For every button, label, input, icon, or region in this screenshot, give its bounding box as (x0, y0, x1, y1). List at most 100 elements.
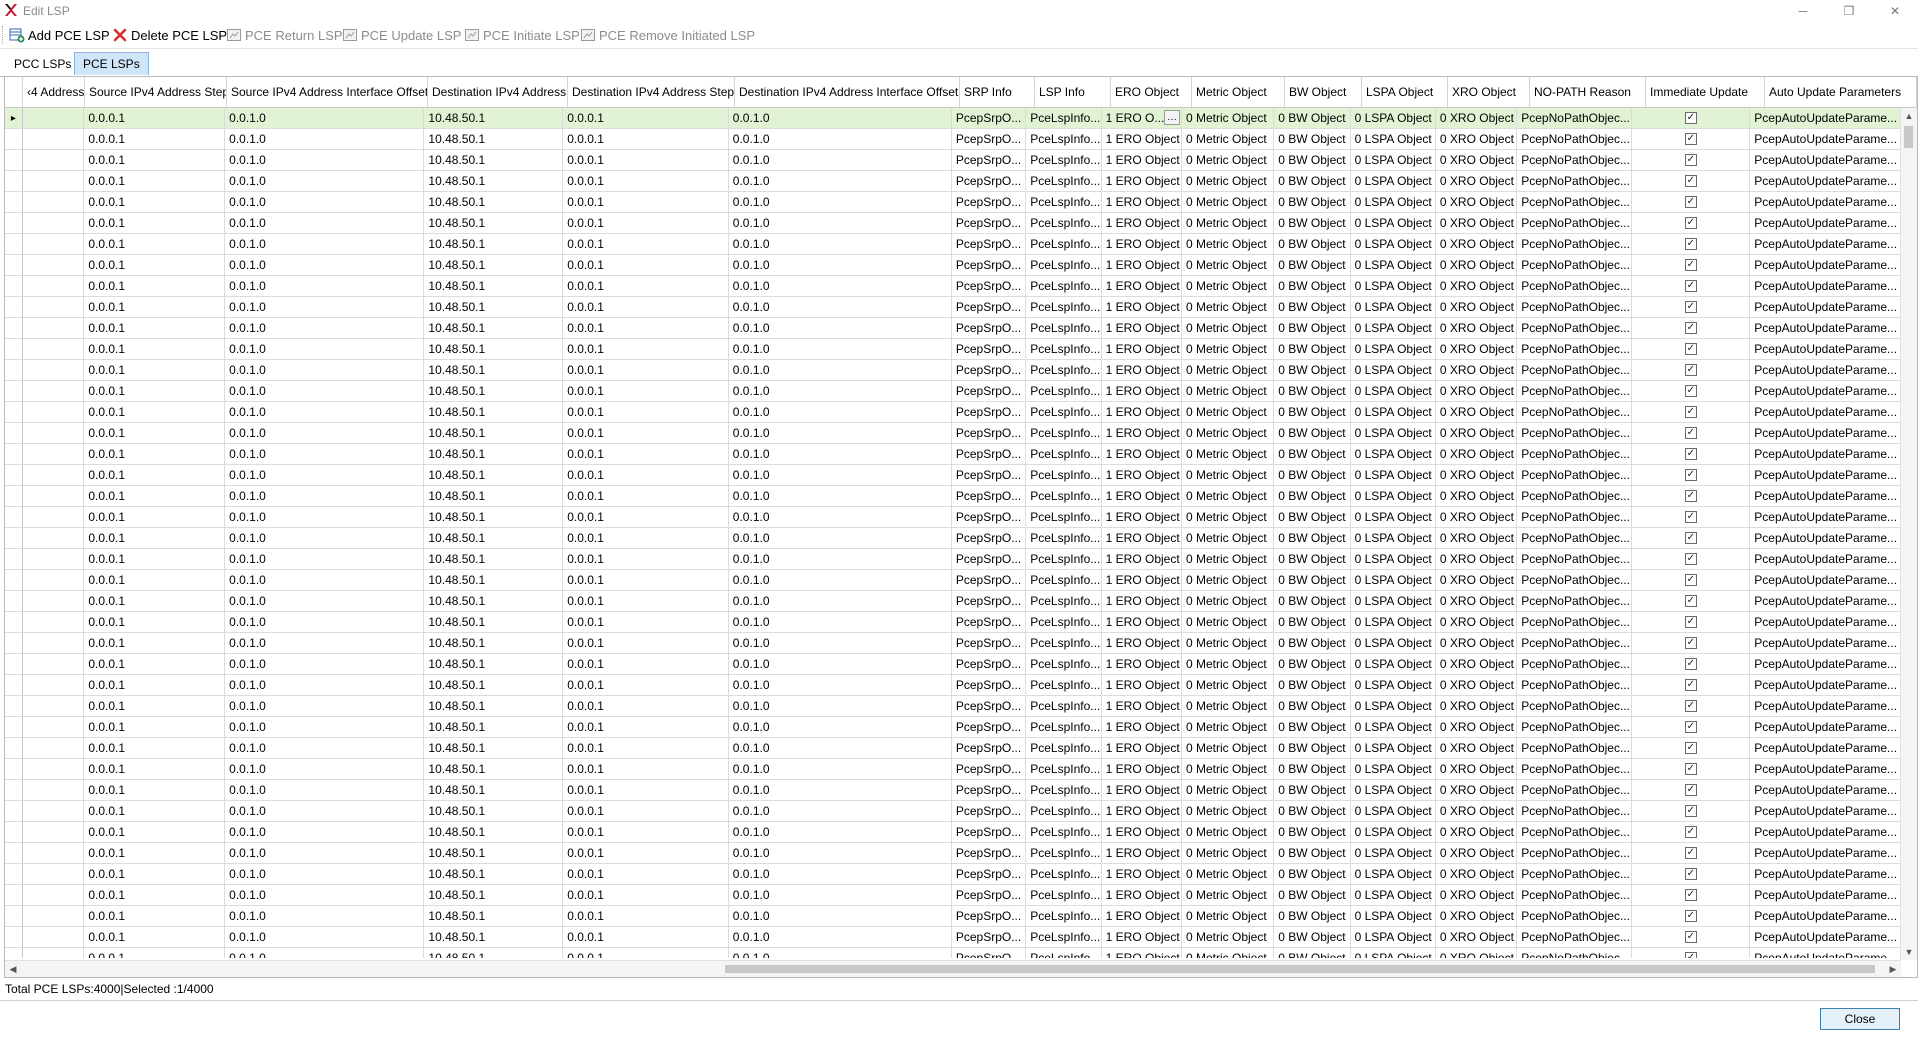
cell-xro-object[interactable]: 0 XRO Object (1435, 885, 1518, 906)
cell-metric-object[interactable]: 0 Metric Object (1181, 234, 1275, 255)
cell-dst-addr[interactable]: 10.48.50.1 (424, 192, 564, 213)
cell-src-addr[interactable] (22, 759, 85, 780)
cell-dst-iface-offset[interactable]: 0.0.1.0 (728, 276, 952, 297)
cell-bw-object[interactable]: 0 BW Object (1274, 843, 1351, 864)
table-row[interactable]: 0.0.0.1 0.0.1.0 10.48.50.1 0.0.0.1 0.0.1.0 Pc… (5, 444, 1901, 465)
cell-lsp-info[interactable]: PceLspInfo... (1026, 675, 1102, 696)
cell-src-step[interactable]: 0.0.0.1 (84, 423, 226, 444)
table-row[interactable]: 0.0.0.1 0.0.1.0 10.48.50.1 0.0.0.1 0.0.1.0 Pc… (5, 150, 1901, 171)
cell-lsp-info[interactable]: PceLspInfo... (1026, 192, 1102, 213)
cell-ero-object[interactable]: 1 ERO Object (1101, 150, 1182, 171)
cell-dst-iface-offset[interactable]: 0.0.1.0 (728, 213, 952, 234)
cell-ero-object[interactable]: 1 ERO Object (1101, 318, 1182, 339)
cell-dst-addr[interactable]: 10.48.50.1 (424, 885, 564, 906)
cell-xro-object[interactable]: 0 XRO Object (1435, 486, 1518, 507)
cell-ero-object[interactable]: 1 ERO Object (1101, 381, 1182, 402)
cell-no-path-reason[interactable]: PcepNoPathObjec... (1517, 507, 1633, 528)
table-row[interactable]: 0.0.0.1 0.0.1.0 10.48.50.1 0.0.0.1 0.0.1.0 Pc… (5, 696, 1901, 717)
cell-dst-step[interactable]: 0.0.0.1 (563, 759, 729, 780)
cell-src-step[interactable]: 0.0.0.1 (84, 885, 226, 906)
cell-src-addr[interactable] (22, 843, 85, 864)
cell-src-iface-offset[interactable]: 0.0.1.0 (225, 108, 425, 129)
cell-dst-addr[interactable]: 10.48.50.1 (424, 864, 564, 885)
cell-srp-info[interactable]: PcepSrpO... (951, 255, 1027, 276)
cell-immediate-update[interactable]: ✓ (1632, 717, 1751, 738)
cell-immediate-update[interactable]: ✓ (1632, 801, 1751, 822)
cell-src-step[interactable]: 0.0.0.1 (84, 864, 226, 885)
cell-lsp-info[interactable]: PceLspInfo... (1026, 864, 1102, 885)
cell-bw-object[interactable]: 0 BW Object (1274, 276, 1351, 297)
cell-lsp-info[interactable]: PceLspInfo... (1026, 801, 1102, 822)
cell-auto-update-params[interactable]: PcepAutoUpdateParame... (1750, 444, 1901, 465)
row-selector[interactable] (5, 276, 23, 297)
cell-auto-update-params[interactable]: PcepAutoUpdateParame... (1750, 465, 1901, 486)
cell-ero-object[interactable]: 1 ERO Object (1101, 738, 1182, 759)
immediate-update-checkbox[interactable]: ✓ (1684, 469, 1697, 481)
cell-immediate-update[interactable]: ✓ (1632, 486, 1751, 507)
column-header-metric-object[interactable]: Metric Object (1192, 77, 1285, 107)
cell-srp-info[interactable]: PcepSrpO... (951, 696, 1027, 717)
cell-ero-object[interactable]: 1 ERO Object (1101, 129, 1182, 150)
cell-auto-update-params[interactable]: PcepAutoUpdateParame... (1750, 192, 1901, 213)
row-selector[interactable] (5, 255, 23, 276)
cell-dst-step[interactable]: 0.0.0.1 (563, 780, 729, 801)
cell-lspa-object[interactable]: 0 LSPA Object (1351, 948, 1436, 958)
cell-metric-object[interactable]: 0 Metric Object (1181, 927, 1275, 948)
cell-lsp-info[interactable]: PceLspInfo... (1026, 171, 1102, 192)
cell-auto-update-params[interactable]: PcepAutoUpdateParame... (1750, 339, 1901, 360)
cell-dst-step[interactable]: 0.0.0.1 (563, 213, 729, 234)
cell-xro-object[interactable]: 0 XRO Object (1435, 213, 1518, 234)
row-selector[interactable] (5, 591, 23, 612)
cell-ero-object[interactable]: 1 ERO Object (1101, 570, 1182, 591)
cell-dst-addr[interactable]: 10.48.50.1 (424, 381, 564, 402)
cell-metric-object[interactable]: 0 Metric Object (1181, 444, 1275, 465)
row-selector[interactable] (5, 780, 23, 801)
cell-metric-object[interactable]: 0 Metric Object (1181, 822, 1275, 843)
cell-dst-step[interactable]: 0.0.0.1 (563, 276, 729, 297)
cell-dst-addr[interactable]: 10.48.50.1 (424, 360, 564, 381)
cell-dst-step[interactable]: 0.0.0.1 (563, 549, 729, 570)
cell-dst-step[interactable]: 0.0.0.1 (563, 150, 729, 171)
immediate-update-checkbox[interactable]: ✓ (1684, 364, 1697, 376)
cell-dst-addr[interactable]: 10.48.50.1 (424, 738, 564, 759)
cell-immediate-update[interactable]: ✓ (1632, 507, 1751, 528)
cell-srp-info[interactable]: PcepSrpO... (951, 675, 1027, 696)
cell-metric-object[interactable]: 0 Metric Object (1181, 129, 1275, 150)
restore-button[interactable]: ❐ (1826, 0, 1872, 22)
cell-xro-object[interactable]: 0 XRO Object (1435, 801, 1518, 822)
cell-lspa-object[interactable]: 0 LSPA Object (1350, 444, 1436, 465)
cell-srp-info[interactable]: PcepSrpO... (951, 654, 1027, 675)
cell-auto-update-params[interactable]: PcepAutoUpdateParame... (1750, 696, 1901, 717)
cell-lsp-info[interactable]: PceLspInfo... (1026, 213, 1102, 234)
cell-src-addr[interactable] (22, 801, 85, 822)
row-selector[interactable] (5, 717, 23, 738)
cell-no-path-reason[interactable]: PcepNoPathObjec... (1517, 423, 1633, 444)
cell-dst-step[interactable]: 0.0.0.1 (563, 507, 729, 528)
cell-src-step[interactable]: 0.0.0.1 (84, 192, 226, 213)
cell-src-step[interactable]: 0.0.0.1 (84, 360, 226, 381)
cell-dst-iface-offset[interactable]: 0.0.1.0 (728, 234, 952, 255)
cell-ero-object[interactable]: 1 ERO Object (1101, 339, 1182, 360)
cell-no-path-reason[interactable]: PcepNoPathObjec... (1517, 717, 1633, 738)
column-header-dst-step[interactable]: Destination IPv4 Address Step (568, 77, 735, 107)
immediate-update-checkbox[interactable]: ✓ (1684, 238, 1697, 250)
cell-bw-object[interactable]: 0 BW Object (1274, 465, 1351, 486)
cell-no-path-reason[interactable]: PcepNoPathObjec... (1517, 906, 1633, 927)
cell-metric-object[interactable]: 0 Metric Object (1181, 696, 1275, 717)
cell-ero-object[interactable]: 1 ERO Object (1101, 255, 1182, 276)
cell-no-path-reason[interactable]: PcepNoPathObjec... (1517, 654, 1633, 675)
cell-xro-object[interactable]: 0 XRO Object (1435, 675, 1518, 696)
cell-src-addr[interactable] (22, 696, 85, 717)
cell-no-path-reason[interactable]: PcepNoPathObjec... (1517, 780, 1633, 801)
cell-immediate-update[interactable]: ✓ (1632, 633, 1751, 654)
cell-src-step[interactable]: 0.0.0.1 (84, 129, 226, 150)
cell-src-step[interactable]: 0.0.0.1 (84, 780, 226, 801)
cell-lsp-info[interactable]: PceLspInfo... (1026, 906, 1102, 927)
cell-metric-object[interactable]: 0 Metric Object (1181, 780, 1275, 801)
cell-dst-addr[interactable]: 10.48.50.1 (424, 171, 564, 192)
cell-auto-update-params[interactable]: PcepAutoUpdateParame... (1750, 864, 1901, 885)
table-row[interactable]: 0.0.0.1 0.0.1.0 10.48.50.1 0.0.0.1 0.0.1.0 Pc… (5, 738, 1901, 759)
cell-src-iface-offset[interactable]: 0.0.1.0 (225, 150, 425, 171)
cell-bw-object[interactable]: 0 BW Object (1274, 822, 1351, 843)
cell-lspa-object[interactable]: 0 LSPA Object (1350, 150, 1436, 171)
